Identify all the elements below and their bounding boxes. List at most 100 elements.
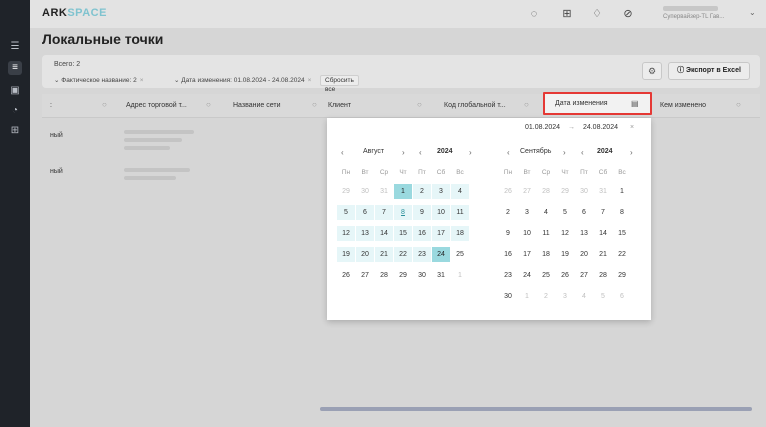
export-button[interactable]: ⓘ Экспорт в Excel [668, 62, 750, 80]
calendar-day[interactable]: 22 [613, 247, 631, 262]
grid-icon[interactable]: ⊞ [8, 124, 22, 138]
calendar-day[interactable]: 16 [413, 226, 431, 241]
calendar-day[interactable]: 25 [451, 247, 469, 262]
gear-icon[interactable]: ⚙ [642, 62, 662, 80]
calendar-day[interactable]: 29 [556, 184, 574, 199]
search-icon[interactable]: ○ [417, 100, 422, 109]
calendar-day[interactable]: 11 [537, 226, 555, 241]
calendar-day[interactable]: 31 [375, 184, 393, 199]
search-icon[interactable]: ○ [312, 100, 317, 109]
column-header-0[interactable]: : [50, 102, 52, 109]
calendar-day[interactable]: 1 [451, 268, 469, 283]
calendar-day[interactable]: 20 [575, 247, 593, 262]
calendar-day[interactable]: 31 [594, 184, 612, 199]
close-icon[interactable]: × [308, 77, 312, 84]
prev-month-icon[interactable]: ‹ [341, 148, 344, 157]
calendar-day[interactable]: 5 [556, 205, 574, 220]
next-month-icon[interactable]: › [402, 148, 405, 157]
calendar-day[interactable]: 4 [537, 205, 555, 220]
calendar-day[interactable]: 27 [575, 268, 593, 283]
calendar-day[interactable]: 25 [537, 268, 555, 283]
calendar-day[interactable]: 27 [518, 184, 536, 199]
calendar-day[interactable]: 6 [575, 205, 593, 220]
calendar-day[interactable]: 16 [499, 247, 517, 262]
next-month-icon[interactable]: › [563, 148, 566, 157]
prev-year-icon[interactable]: ‹ [581, 148, 584, 157]
calendar-day[interactable]: 1 [518, 289, 536, 304]
calendar-day[interactable]: 6 [356, 205, 374, 220]
horizontal-scrollbar[interactable] [320, 407, 752, 411]
calendar-day[interactable]: 30 [575, 184, 593, 199]
column-header-address[interactable]: Адрес торговой т... [126, 102, 187, 109]
user-menu[interactable]: Супервайзер-TL Гав... ⌄ [663, 6, 758, 22]
next-year-icon[interactable]: › [469, 148, 472, 157]
calendar-day[interactable]: 30 [499, 289, 517, 304]
calendar-day[interactable]: 13 [356, 226, 374, 241]
bell-icon[interactable]: ♢ [590, 7, 604, 21]
calendar-day[interactable]: 3 [518, 205, 536, 220]
calendar-day[interactable]: 3 [432, 184, 450, 199]
calendar-day[interactable]: 26 [556, 268, 574, 283]
search-icon[interactable]: ○ [102, 100, 107, 109]
calendar-day[interactable]: 12 [556, 226, 574, 241]
column-header-network[interactable]: Название сети [233, 102, 281, 109]
calendar-day[interactable]: 2 [499, 205, 517, 220]
calendar-day[interactable]: 22 [394, 247, 412, 262]
calendar-day[interactable]: 21 [594, 247, 612, 262]
calendar-day[interactable]: 8 [394, 205, 412, 220]
filter-chip-name[interactable]: ⌄ Фактическое название: 2 × [54, 75, 144, 86]
column-header-date-changed[interactable]: Дата изменения [555, 100, 608, 107]
calendar-day[interactable]: 28 [375, 268, 393, 283]
compass-icon[interactable]: ⊘ [621, 7, 635, 21]
calendar-day[interactable]: 12 [337, 226, 355, 241]
calendar-day[interactable]: 15 [394, 226, 412, 241]
calendar-day[interactable]: 4 [575, 289, 593, 304]
calendar-day[interactable]: 5 [594, 289, 612, 304]
calendar-day[interactable]: 28 [594, 268, 612, 283]
calendar-day[interactable]: 9 [413, 205, 431, 220]
calendar-day[interactable]: 8 [613, 205, 631, 220]
calendar-day[interactable]: 18 [451, 226, 469, 241]
reset-button[interactable]: Сбросить все [320, 75, 359, 93]
filter-chip-date[interactable]: ⌄ Дата изменения: 01.08.2024 - 24.08.202… [174, 75, 311, 86]
calendar-day[interactable]: 24 [518, 268, 536, 283]
calendar-day[interactable]: 24 [432, 247, 450, 262]
calendar-day[interactable]: 23 [413, 247, 431, 262]
calendar-day[interactable]: 5 [337, 205, 355, 220]
calendar-day[interactable]: 10 [518, 226, 536, 241]
prev-year-icon[interactable]: ‹ [419, 148, 422, 157]
calendar-day[interactable]: 7 [375, 205, 393, 220]
date-range-input[interactable]: 01.08.2024 → 24.08.2024 × [525, 124, 634, 131]
calendar-day[interactable]: 26 [499, 184, 517, 199]
calendar-day[interactable]: 30 [413, 268, 431, 283]
apps-icon[interactable]: ⊞ [560, 7, 574, 21]
year-label-left[interactable]: 2024 [437, 148, 453, 155]
calendar-day[interactable]: 10 [432, 205, 450, 220]
calendar-day[interactable]: 17 [432, 226, 450, 241]
calendar-day[interactable]: 14 [594, 226, 612, 241]
layout-icon[interactable]: ▣ [8, 84, 22, 98]
calendar-day[interactable]: 26 [337, 268, 355, 283]
calendar-day[interactable]: 29 [613, 268, 631, 283]
next-year-icon[interactable]: › [630, 148, 633, 157]
calendar-day[interactable]: 28 [537, 184, 555, 199]
calendar-day[interactable]: 23 [499, 268, 517, 283]
calendar-day[interactable]: 19 [337, 247, 355, 262]
calendar-day[interactable]: 29 [337, 184, 355, 199]
chevron-down-icon[interactable]: ⌄ [749, 8, 756, 17]
search-icon[interactable]: ○ [736, 100, 741, 109]
column-header-client[interactable]: Клиент [328, 102, 351, 109]
month-label-left[interactable]: Август [363, 148, 384, 155]
calendar-day[interactable]: 31 [432, 268, 450, 283]
year-label-right[interactable]: 2024 [597, 148, 613, 155]
calendar-day[interactable]: 3 [556, 289, 574, 304]
calendar-day[interactable]: 7 [594, 205, 612, 220]
calendar-day[interactable]: 20 [356, 247, 374, 262]
search-icon[interactable]: ○ [206, 100, 211, 109]
calendar-day[interactable]: 4 [451, 184, 469, 199]
month-label-right[interactable]: Сентябрь [520, 148, 551, 155]
calendar-day[interactable]: 27 [356, 268, 374, 283]
calendar-day[interactable]: 1 [613, 184, 631, 199]
close-icon[interactable]: × [630, 124, 634, 131]
calendar-day[interactable]: 2 [537, 289, 555, 304]
